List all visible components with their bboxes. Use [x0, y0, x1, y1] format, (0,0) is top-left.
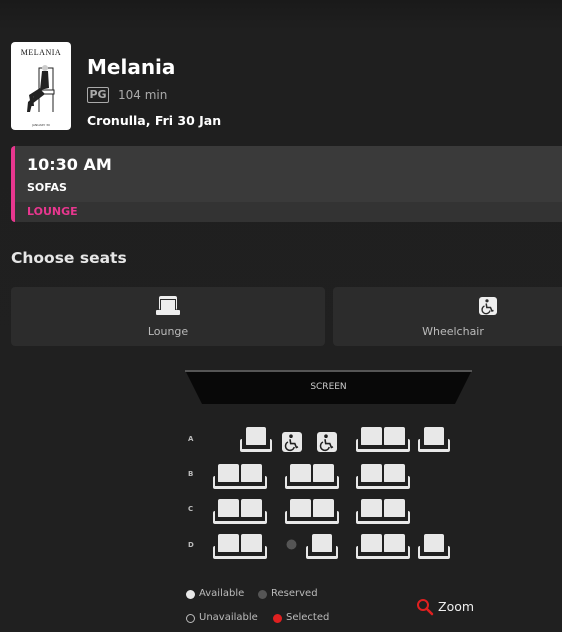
- legend-reserved-dot: [258, 590, 267, 599]
- legend-selected-dot: [273, 614, 282, 623]
- poster-title: MELANIA: [20, 48, 62, 57]
- seat-single[interactable]: [418, 533, 450, 559]
- choose-seats-heading: Choose seats: [11, 249, 127, 267]
- lounge-icon: [156, 296, 180, 315]
- seat-single[interactable]: [240, 426, 272, 452]
- sofa-double[interactable]: [356, 533, 410, 559]
- magnifier-icon: [417, 599, 434, 616]
- seat-reserved: [286, 539, 297, 550]
- screen-label: SCREEN: [310, 382, 347, 392]
- legend-available-label: Available: [199, 588, 245, 599]
- seat-wheelchair[interactable]: [317, 432, 337, 452]
- sofa-double[interactable]: [213, 533, 267, 559]
- row-label-a: A: [188, 435, 194, 443]
- session-accent-bar: [11, 146, 15, 222]
- duration: 104 min: [118, 88, 168, 102]
- filter-lounge-label: Lounge: [147, 325, 189, 338]
- wheelchair-icon: [479, 297, 497, 315]
- poster-date: JANUARY 30: [32, 123, 50, 127]
- sofa-double[interactable]: [285, 463, 339, 489]
- sofa-double[interactable]: [356, 426, 410, 452]
- poster-figure-image: [27, 65, 55, 112]
- session-card[interactable]: 10:30 AM SOFAS LOUNGE: [11, 146, 562, 222]
- filter-wheelchair-button[interactable]: Wheelchair: [333, 287, 562, 346]
- legend-available-dot: [186, 590, 195, 599]
- rating-badge: PG: [87, 87, 109, 103]
- legend-reserved-label: Reserved: [271, 588, 318, 599]
- movie-title: Melania: [87, 55, 176, 79]
- filter-lounge-button[interactable]: Lounge: [11, 287, 325, 346]
- sofa-double[interactable]: [356, 463, 410, 489]
- seat-single[interactable]: [418, 426, 450, 452]
- cinema-screen: SCREEN: [185, 370, 472, 404]
- row-label-b: B: [188, 470, 194, 478]
- seat-wheelchair[interactable]: [282, 432, 302, 452]
- cinema-location-date: Cronulla, Fri 30 Jan: [87, 113, 222, 128]
- movie-poster: MELANIA JANUARY 30: [11, 42, 71, 130]
- session-time: 10:30 AM: [27, 155, 112, 174]
- filter-wheelchair-label: Wheelchair: [422, 325, 484, 338]
- sofa-double[interactable]: [356, 498, 410, 524]
- legend-unavailable-dot: [186, 614, 195, 623]
- seat-single[interactable]: [306, 533, 338, 559]
- session-type: SOFAS: [27, 181, 67, 194]
- legend-unavailable-label: Unavailable: [199, 612, 258, 623]
- zoom-label: Zoom: [438, 599, 475, 614]
- session-tag: LOUNGE: [27, 205, 78, 218]
- sofa-double[interactable]: [213, 498, 267, 524]
- sofa-double[interactable]: [285, 498, 339, 524]
- sofa-double[interactable]: [213, 463, 267, 489]
- legend-selected-label: Selected: [286, 612, 330, 623]
- row-label-c: C: [188, 505, 194, 513]
- row-label-d: D: [188, 541, 194, 549]
